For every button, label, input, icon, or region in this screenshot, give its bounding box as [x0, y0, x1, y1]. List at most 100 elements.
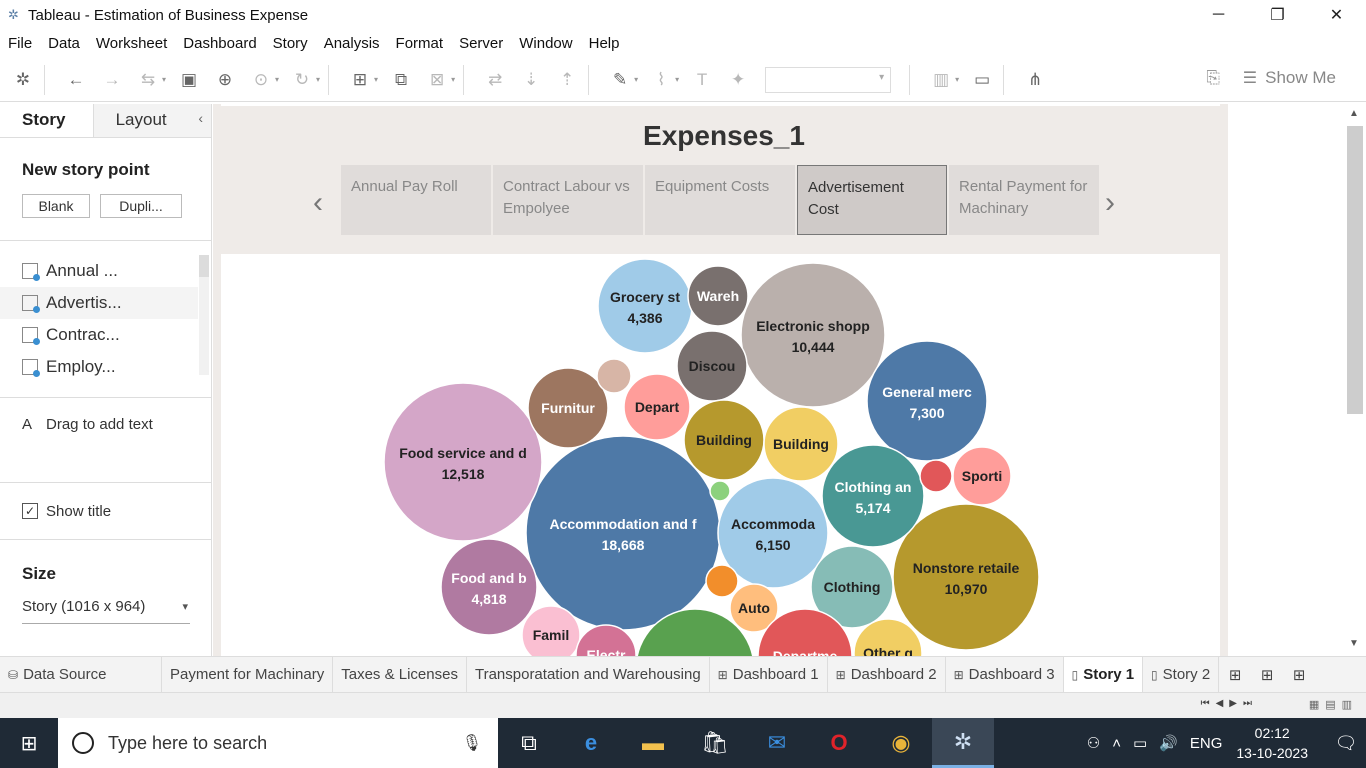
windows-start-icon[interactable]: ⊞	[0, 718, 58, 768]
story-point-contract-labour[interactable]: Contract Labour vs Empolyee	[493, 165, 643, 235]
vertical-scrollbar[interactable]: ▲ ▼	[1344, 104, 1366, 656]
menu-format[interactable]: Format	[396, 35, 444, 52]
show-title-option[interactable]: ✓ Show title	[0, 483, 211, 539]
mail-icon[interactable]: ✉	[746, 718, 808, 768]
duplicate-sheet-icon[interactable]: ⧉	[388, 67, 414, 93]
menu-data[interactable]: Data	[48, 35, 80, 52]
bubble-circle[interactable]	[709, 480, 731, 502]
clear-sheet-icon[interactable]: ⊠	[424, 67, 450, 93]
new-data-source-icon[interactable]: ⊕	[212, 67, 238, 93]
microphone-icon[interactable]: 🎙	[462, 733, 482, 753]
opera-icon[interactable]: O	[808, 718, 870, 768]
pause-updates-icon[interactable]: ⊙	[248, 67, 274, 93]
story-point-advertisement-cost[interactable]: Advertisement Cost	[797, 165, 947, 235]
presentation-mode-icon[interactable]: ▭	[969, 67, 995, 93]
save-icon[interactable]: ▣	[176, 67, 202, 93]
tab-story-1[interactable]: ▯ Story 1	[1063, 656, 1144, 693]
volume-icon[interactable]: 🔊	[1159, 734, 1178, 752]
scroll-down-icon[interactable]: ▼	[1349, 638, 1359, 649]
task-view-icon[interactable]: ⧉	[498, 718, 560, 768]
next-story-point-button[interactable]: ›	[1105, 186, 1115, 220]
blank-button[interactable]: Blank	[22, 194, 90, 218]
story-point-rental-payment[interactable]: Rental Payment for Machinary	[949, 165, 1099, 235]
menu-story[interactable]: Story	[273, 35, 308, 52]
new-dashboard-tab-icon[interactable]: ⊞	[1251, 666, 1283, 684]
show-me-button[interactable]: ☰ Show Me	[1243, 68, 1336, 88]
bubble-circle[interactable]	[705, 564, 739, 598]
bubble[interactable]: Wareh	[687, 265, 749, 327]
story-point-item-contract[interactable]: Contrac...	[0, 319, 198, 351]
sort-ascending-icon[interactable]: ⇣	[518, 67, 544, 93]
bubble[interactable]: Sporti	[952, 446, 1012, 506]
chevron-up-icon[interactable]: ˄	[1112, 735, 1121, 752]
tab-story[interactable]: Story	[0, 104, 94, 137]
bubble[interactable]	[705, 564, 739, 598]
sheet-pager-icons[interactable]: ⏮◀▶⏭	[1201, 698, 1258, 709]
bubble-circle[interactable]	[383, 382, 543, 542]
drag-to-add-text[interactable]: A Drag to add text	[0, 398, 211, 482]
collapse-panel-icon[interactable]: ‹	[198, 110, 203, 126]
tab-dashboard-1[interactable]: ⊞ Dashboard 1	[710, 656, 828, 693]
bubble[interactable]: Food and b 4,818	[440, 538, 538, 636]
bubble[interactable]	[709, 480, 731, 502]
paint-roller-icon[interactable]: ⎘	[1206, 68, 1220, 88]
file-explorer-icon[interactable]: ▬	[622, 718, 684, 768]
tab-dashboard-3[interactable]: ⊞ Dashboard 3	[946, 656, 1064, 693]
notification-icon[interactable]: 🗨	[1326, 733, 1366, 754]
new-worksheet-icon[interactable]: ⊞	[347, 67, 373, 93]
tab-payment-for-machinary[interactable]: Payment for Machinary	[162, 656, 334, 693]
story-point-item-annual[interactable]: Annual ...	[0, 255, 198, 287]
undo-icon[interactable]: ←	[63, 67, 89, 93]
swap-icon[interactable]: ⇄	[482, 67, 508, 93]
bubble[interactable]: Grocery st 4,386	[597, 258, 693, 354]
tab-layout[interactable]: Layout ‹	[93, 104, 211, 137]
menu-file[interactable]: File	[8, 35, 32, 52]
bubble[interactable]: Clothing an 5,174	[821, 444, 925, 548]
bubble[interactable]: Discou	[676, 330, 748, 402]
taskbar-search-box[interactable]: Type here to search 🎙	[58, 718, 498, 768]
pin-icon[interactable]: ✦	[725, 67, 751, 93]
story-point-annual-pay-roll[interactable]: Annual Pay Roll	[341, 165, 491, 235]
refresh-icon[interactable]: ↻	[289, 67, 315, 93]
menu-worksheet[interactable]: Worksheet	[96, 35, 167, 52]
redo-icon[interactable]: →	[99, 67, 125, 93]
menu-analysis[interactable]: Analysis	[324, 35, 380, 52]
menu-server[interactable]: Server	[459, 35, 503, 52]
group-icon[interactable]: ⌇	[648, 67, 674, 93]
store-icon[interactable]: 🛍	[684, 718, 746, 768]
bubble[interactable]: Building	[683, 399, 765, 481]
story-list-scrollbar[interactable]	[199, 255, 209, 375]
story-point-item-advertisement[interactable]: Advertis...	[0, 287, 198, 319]
tab-taxes-licenses[interactable]: Taxes & Licenses	[333, 656, 467, 693]
menu-window[interactable]: Window	[519, 35, 572, 52]
tab-story-2[interactable]: ▯ Story 2	[1143, 656, 1220, 693]
people-icon[interactable]: ⚇	[1087, 734, 1100, 752]
edge-icon[interactable]: e	[560, 718, 622, 768]
bubble-circle[interactable]	[821, 444, 925, 548]
bubble-circle[interactable]	[919, 459, 953, 493]
scrollbar-thumb[interactable]	[1347, 126, 1363, 414]
bubble[interactable]	[919, 459, 953, 493]
chrome-icon[interactable]: ◉	[870, 718, 932, 768]
previous-story-point-button[interactable]: ‹	[313, 186, 323, 220]
share-icon[interactable]: ⋔	[1022, 67, 1048, 93]
highlight-icon[interactable]: ✎	[607, 67, 633, 93]
bubble[interactable]	[596, 358, 632, 394]
battery-icon[interactable]: ▭	[1133, 734, 1147, 752]
minimize-button[interactable]: ─	[1189, 0, 1248, 30]
scroll-up-icon[interactable]: ▲	[1349, 108, 1359, 119]
tableau-taskbar-icon[interactable]: ✲	[932, 718, 994, 768]
bubble-circle[interactable]	[596, 358, 632, 394]
bubble[interactable]: Depart	[623, 373, 691, 441]
bubble[interactable]: General merc 7,300	[866, 340, 988, 462]
language-indicator[interactable]: ENG	[1190, 735, 1223, 752]
story-point-item-employee[interactable]: Employ...	[0, 351, 198, 383]
bubble[interactable]: Accommodation and f 18,668	[525, 435, 721, 631]
bubble[interactable]: Furnitur	[527, 367, 609, 449]
sheet-view-icons[interactable]: ▦▤▥	[1309, 698, 1358, 711]
menu-help[interactable]: Help	[589, 35, 620, 52]
bubble[interactable]: Electronic shopp 10,444	[740, 262, 886, 408]
duplicate-button[interactable]: Dupli...	[100, 194, 182, 218]
size-select[interactable]: Story (1016 x 964)	[22, 598, 190, 624]
restore-button[interactable]: ❐	[1248, 0, 1307, 30]
